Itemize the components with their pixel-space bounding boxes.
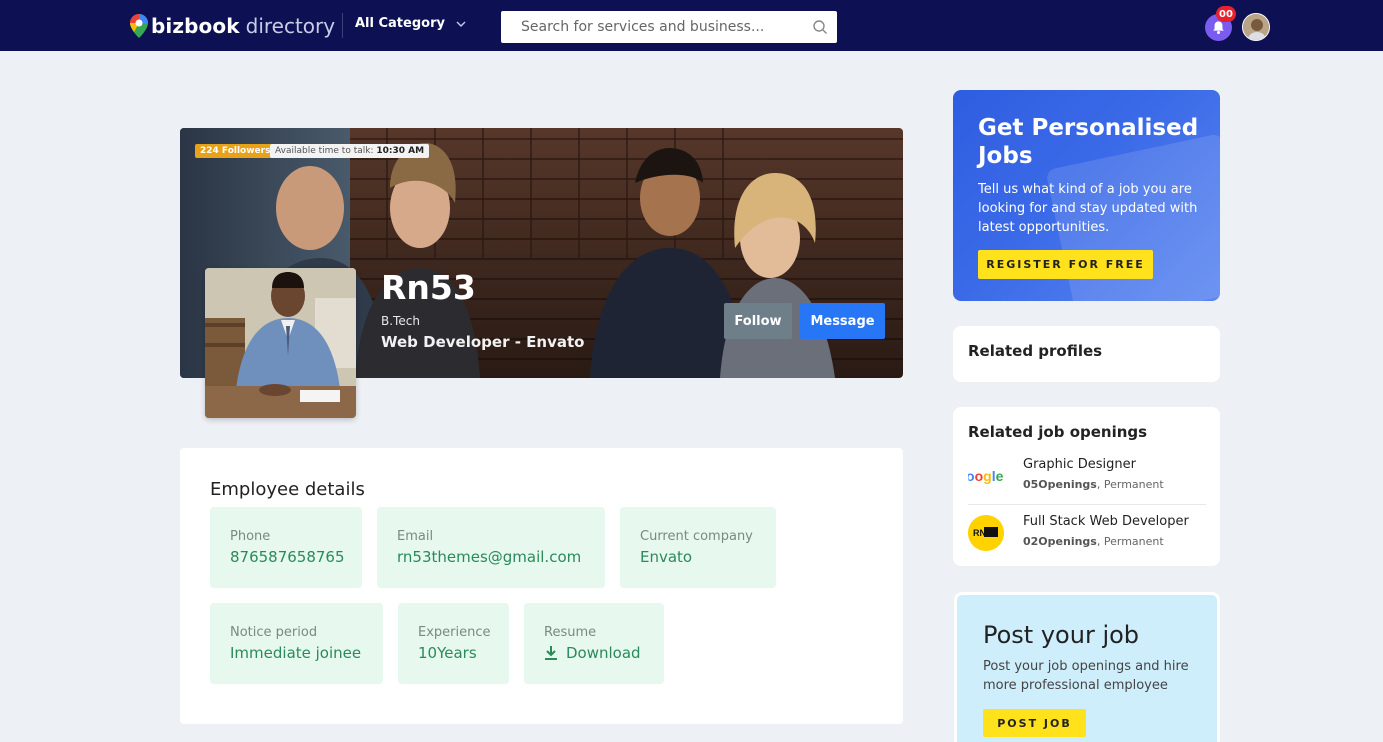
profile-degree: B.Tech bbox=[381, 314, 420, 328]
post-job-title: Post your job bbox=[983, 621, 1140, 649]
detail-label: Phone bbox=[230, 529, 271, 544]
svg-text:RN: RN bbox=[973, 528, 986, 538]
detail-resume: Resume Download bbox=[524, 603, 664, 684]
avatar-image bbox=[1243, 14, 1269, 40]
job-type: , Permanent bbox=[1096, 535, 1164, 548]
job-openings: 05Openings bbox=[1023, 478, 1097, 491]
register-button[interactable]: REGISTER FOR FREE bbox=[978, 250, 1153, 279]
post-job-text: Post your job openings and hire more pro… bbox=[983, 659, 1189, 693]
available-time-value: 10:30 AM bbox=[376, 146, 425, 156]
promo-title: Get Personalised Jobs bbox=[978, 115, 1199, 169]
notice-period-value: Immediate joinee bbox=[230, 644, 362, 662]
employee-details-card: Employee details Phone 876587658765 Emai… bbox=[180, 448, 903, 724]
job-item[interactable]: RN Full Stack Web Developer 02Openings, … bbox=[968, 509, 1206, 561]
notification-count-badge: 00 bbox=[1216, 6, 1236, 22]
follow-button[interactable]: Follow bbox=[724, 303, 792, 339]
top-navbar: bizbook directory All Category 00 bbox=[0, 0, 1383, 51]
related-profiles-title: Related profiles bbox=[968, 342, 1103, 360]
category-dropdown[interactable]: All Category bbox=[355, 16, 467, 31]
map-pin-icon bbox=[130, 14, 148, 38]
personalised-jobs-promo: Get Personalised Jobs Tell us what kind … bbox=[953, 90, 1220, 301]
divider bbox=[968, 504, 1206, 505]
detail-label: Experience bbox=[418, 625, 491, 640]
detail-notice-period: Notice period Immediate joinee bbox=[210, 603, 383, 684]
svg-text:oogle: oogle bbox=[968, 468, 1004, 484]
brand-suffix: directory bbox=[245, 14, 336, 38]
detail-phone: Phone 876587658765 bbox=[210, 507, 362, 588]
search-box bbox=[501, 11, 837, 43]
job-item[interactable]: oogle Graphic Designer 05Openings, Perma… bbox=[968, 452, 1206, 504]
phone-value[interactable]: 876587658765 bbox=[230, 548, 345, 566]
job-type: , Permanent bbox=[1096, 478, 1164, 491]
job-meta: 02Openings, Permanent bbox=[1023, 535, 1164, 548]
job-title: Full Stack Web Developer bbox=[1023, 514, 1189, 529]
followers-badge: 224 Followers bbox=[195, 144, 276, 158]
search-input[interactable] bbox=[501, 11, 791, 43]
related-jobs-title: Related job openings bbox=[968, 423, 1148, 441]
google-logo-icon: oogle bbox=[968, 458, 1004, 494]
related-profiles-panel: Related profiles bbox=[953, 326, 1220, 382]
divider bbox=[342, 13, 343, 38]
available-time-badge: Available time to talk: 10:30 AM bbox=[270, 144, 430, 158]
brand-logo[interactable]: bizbook directory bbox=[130, 12, 335, 40]
detail-email: Email rn53themes@gmail.com bbox=[377, 507, 605, 588]
profile-photo-image bbox=[205, 268, 356, 418]
detail-experience: Experience 10Years bbox=[398, 603, 509, 684]
job-meta: 05Openings, Permanent bbox=[1023, 478, 1164, 491]
download-icon bbox=[545, 646, 557, 660]
chevron-down-icon bbox=[456, 21, 466, 27]
detail-label: Current company bbox=[640, 529, 753, 544]
detail-company: Current company Envato bbox=[620, 507, 776, 588]
detail-label: Email bbox=[397, 529, 434, 544]
search-icon[interactable] bbox=[812, 19, 828, 35]
resume-download-link[interactable]: Download bbox=[544, 644, 644, 662]
job-openings: 02Openings bbox=[1023, 535, 1097, 548]
profile-role: Web Developer - Envato bbox=[381, 333, 585, 351]
experience-value: 10Years bbox=[418, 644, 477, 662]
category-label: All Category bbox=[355, 16, 445, 31]
profile-photo bbox=[205, 268, 356, 418]
related-jobs-panel: Related job openings oogle Graphic Desig… bbox=[953, 407, 1220, 566]
detail-label: Notice period bbox=[230, 625, 318, 640]
employee-details-title: Employee details bbox=[210, 479, 365, 500]
promo-text: Tell us what kind of a job you are looki… bbox=[978, 182, 1198, 235]
brand-name: bizbook bbox=[151, 14, 240, 38]
detail-label: Resume bbox=[544, 625, 597, 640]
resume-download-label: Download bbox=[566, 644, 641, 662]
post-job-button[interactable]: POST JOB bbox=[983, 709, 1086, 737]
available-time-prefix: Available time to talk: bbox=[275, 146, 374, 156]
post-job-card: Post your job Post your job openings and… bbox=[954, 592, 1220, 742]
job-title: Graphic Designer bbox=[1023, 457, 1136, 472]
user-avatar[interactable] bbox=[1242, 13, 1270, 41]
rn53-logo-icon: RN bbox=[968, 515, 1004, 551]
profile-name: Rn53 bbox=[381, 268, 476, 307]
company-value: Envato bbox=[640, 548, 693, 566]
email-value[interactable]: rn53themes@gmail.com bbox=[397, 548, 585, 566]
bell-icon bbox=[1213, 21, 1224, 34]
message-button[interactable]: Message bbox=[800, 303, 885, 339]
